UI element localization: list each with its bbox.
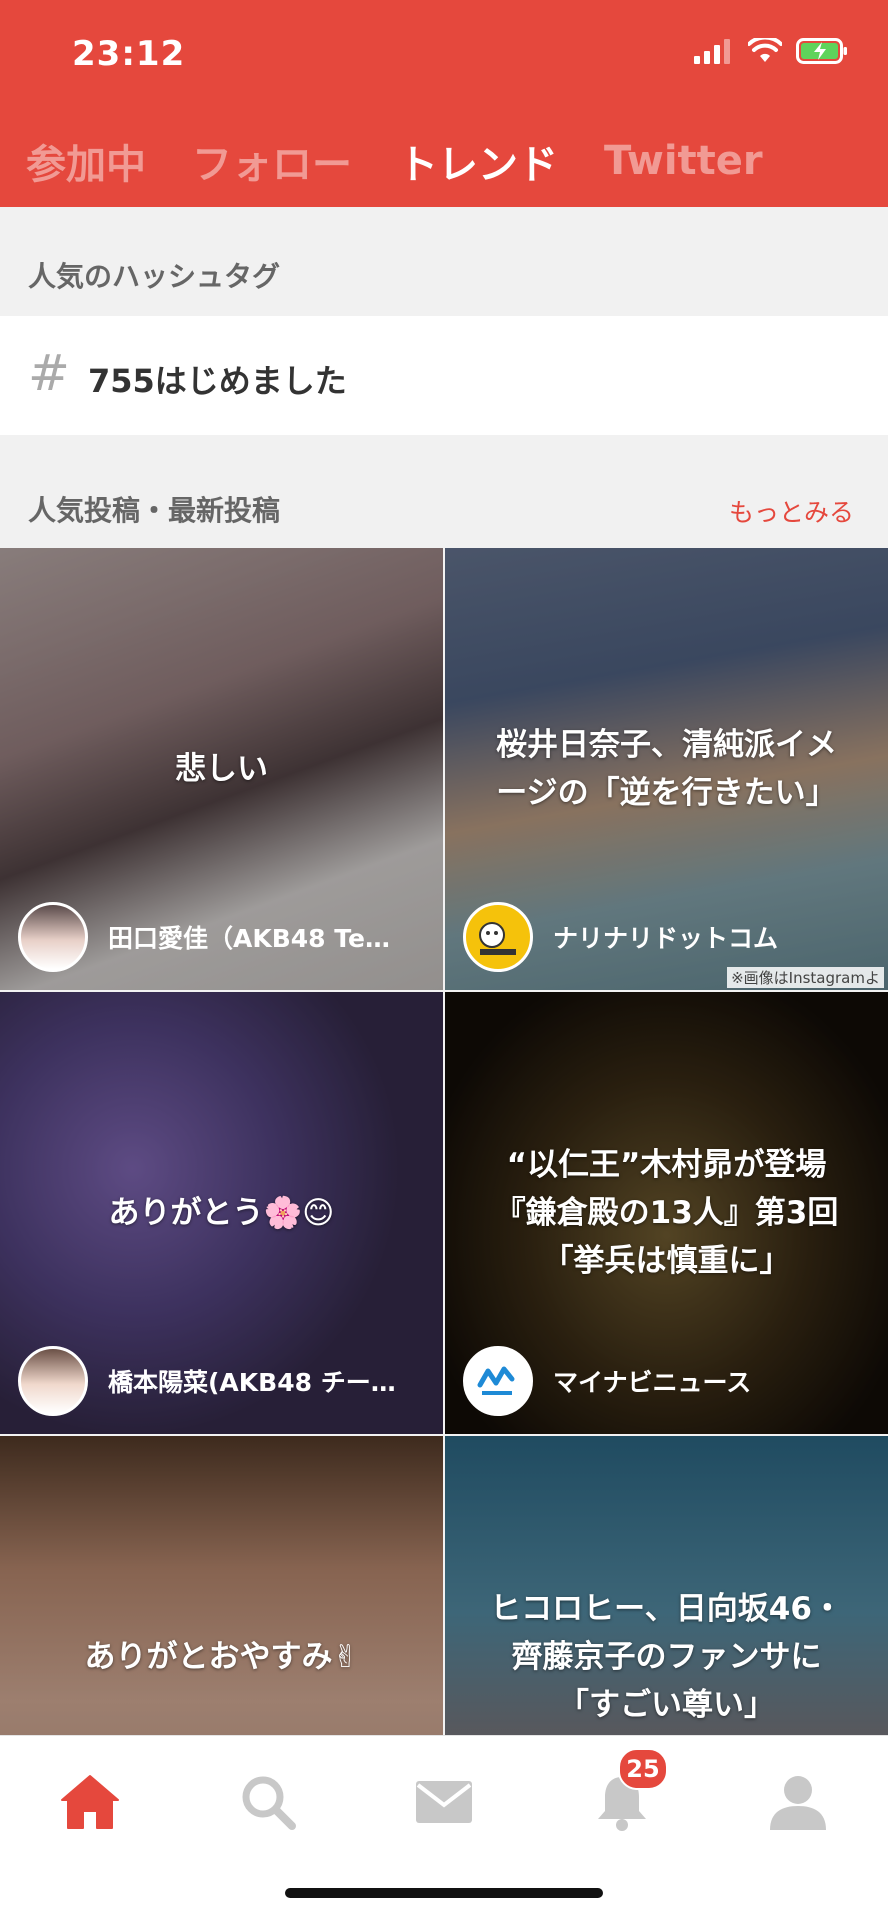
avatar: [463, 902, 533, 972]
mynavi-logo-icon: [477, 1366, 515, 1395]
post-tile[interactable]: ありがとう🌸😊 橋本陽菜(AKB48 チー…: [0, 992, 443, 1434]
post-tile[interactable]: “以仁王”木村昴が登場 『鎌倉殿の13人』第3回 「挙兵は慎重に」 マイナビニュ…: [445, 992, 888, 1434]
tab-joined[interactable]: 参加中: [26, 132, 146, 190]
post-tile[interactable]: 桜井日奈子、清純派イメ ージの「逆を行きたい」 ナリナリドットコム ※画像はIn…: [445, 548, 888, 990]
nav-profile[interactable]: [758, 1762, 838, 1842]
hashtag-section-title: 人気のハッシュタグ: [28, 260, 281, 293]
search-icon: [242, 1776, 296, 1830]
nav-messages[interactable]: [404, 1762, 484, 1842]
post-author: マイナビニュース: [463, 1346, 751, 1416]
nav-search[interactable]: [228, 1762, 308, 1842]
posts-section-header: 人気投稿・最新投稿 もっとみる: [0, 435, 888, 548]
author-name: ナリナリドットコム: [553, 924, 779, 953]
post-tile[interactable]: ヒコロヒー、日向坂46・ 齊藤京子のファンサに 「すごい尊い」: [445, 1436, 888, 1735]
post-author: ナリナリドットコム: [463, 902, 778, 972]
posts-grid: 悲しい 田口愛佳（AKB48 Te… 桜井日奈子、清純派イメ ージの「逆を行きた…: [0, 548, 888, 1735]
hashtag-text: 755はじめました: [88, 362, 347, 400]
status-icons: [694, 38, 848, 64]
profile-icon: [770, 1776, 826, 1830]
post-caption: ありがとおやすみ✌: [84, 1639, 359, 1675]
post-author: 橋本陽菜(AKB48 チー…: [18, 1346, 396, 1416]
status-time: 23:12: [72, 34, 186, 74]
tab-follow[interactable]: フォロー: [192, 132, 352, 190]
post-caption: 桜井日奈子、清純派イメ ージの「逆を行きたい」: [496, 727, 837, 811]
battery-charging-icon: [796, 38, 847, 64]
avatar: [463, 1346, 533, 1416]
post-caption: 悲しい: [175, 751, 268, 787]
hashtag-item[interactable]: # 755はじめました: [0, 316, 888, 435]
wifi-icon: [748, 38, 782, 62]
avatar: [18, 902, 88, 972]
app-header: 23:12 参加中 フォロー トレンド Twitter: [0, 0, 888, 207]
post-caption: “以仁王”木村昴が登場 『鎌倉殿の13人』第3回 「挙兵は慎重に」: [494, 1147, 839, 1279]
notification-badge: 25: [618, 1748, 668, 1790]
author-name: 橋本陽菜(AKB48 チー…: [108, 1368, 396, 1397]
post-caption: ありがとう🌸😊: [108, 1195, 335, 1231]
hashtag-section-header: 人気のハッシュタグ: [0, 207, 888, 316]
mail-icon: [416, 1781, 472, 1823]
more-link[interactable]: もっとみる: [729, 493, 854, 529]
nari-logo-icon: [479, 922, 516, 955]
image-credit: ※画像はInstagramよ: [727, 967, 884, 988]
post-tile[interactable]: 悲しい 田口愛佳（AKB48 Te…: [0, 548, 443, 990]
signal-icon: [694, 39, 730, 64]
author-name: 田口愛佳（AKB48 Te…: [108, 924, 390, 953]
tab-trend[interactable]: トレンド: [398, 132, 558, 190]
tab-twitter[interactable]: Twitter: [604, 138, 763, 184]
nav-home[interactable]: [50, 1762, 130, 1842]
post-caption: ヒコロヒー、日向坂46・ 齊藤京子のファンサに 「すごい尊い」: [490, 1591, 843, 1723]
post-tile[interactable]: ありがとおやすみ✌: [0, 1436, 443, 1735]
home-indicator: [285, 1888, 603, 1898]
home-icon: [61, 1775, 119, 1829]
posts-section-title: 人気投稿・最新投稿: [28, 494, 281, 527]
nav-notifications[interactable]: 25: [582, 1748, 668, 1842]
avatar: [18, 1346, 88, 1416]
author-name: マイナビニュース: [553, 1368, 752, 1397]
post-author: 田口愛佳（AKB48 Te…: [18, 902, 390, 972]
hashtag-icon: #: [28, 344, 70, 402]
top-tabs: 参加中 フォロー トレンド Twitter: [26, 132, 763, 190]
